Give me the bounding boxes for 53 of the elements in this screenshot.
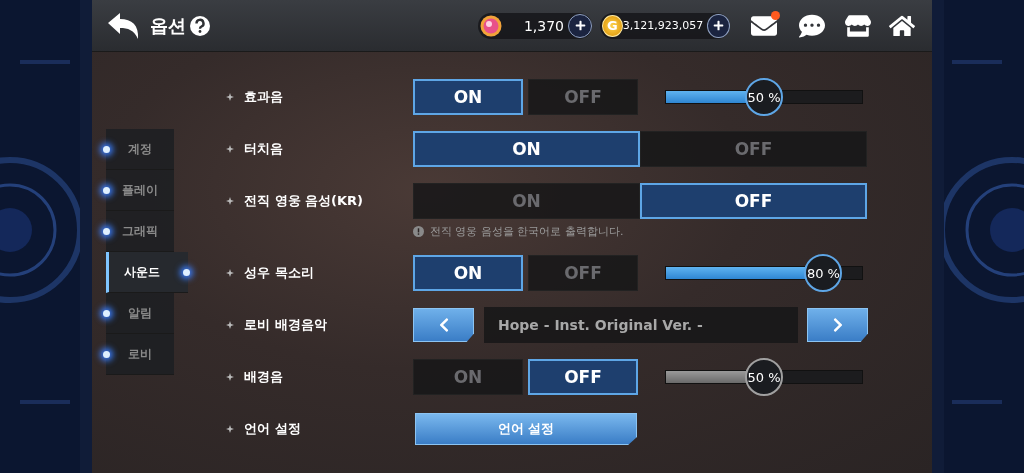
volume-slider[interactable]: 80 % [665, 253, 863, 293]
toggle-option[interactable]: ON [413, 131, 640, 167]
sparkle-icon [226, 269, 234, 277]
sparkle-icon [226, 145, 234, 153]
coin-icon: G [602, 14, 623, 37]
setting-label: 로비 배경음악 [244, 316, 327, 334]
window-title: 옵션 [150, 13, 186, 38]
glow-dot-icon [183, 269, 190, 276]
back-icon[interactable] [106, 10, 140, 41]
info-icon [413, 225, 424, 237]
sparkle-icon [226, 93, 234, 101]
setting-note: 전직 영웅 음성을 한국어로 출력합니다. [430, 223, 624, 239]
volume-slider[interactable]: 50 % [665, 77, 863, 117]
glow-dot-icon [103, 310, 110, 317]
previous-button[interactable] [413, 308, 474, 342]
help-icon[interactable] [190, 15, 210, 36]
currency-amount: 3,121,923,057 [622, 19, 705, 32]
toggle-option[interactable]: ON [413, 255, 523, 291]
setting-label: 배경음 [244, 368, 283, 386]
sidebar-tab[interactable]: 그래픽 [106, 211, 174, 252]
plus-icon [713, 20, 725, 31]
sidebar-tab[interactable]: 로비 [106, 334, 174, 375]
glow-dot-icon [103, 146, 110, 153]
sparkle-icon [226, 321, 234, 329]
music-field: Hope - Inst. Original Ver. - [484, 307, 798, 343]
setting-label: 언어 설정 [244, 420, 301, 438]
slider-handle[interactable]: 50 % [745, 78, 783, 116]
setting-label: 효과음 [244, 88, 283, 106]
sparkle-icon [226, 373, 234, 381]
sparkle-icon [226, 425, 234, 433]
toggle-option[interactable]: OFF [528, 359, 638, 395]
sidebar-tab[interactable]: 사운드 [106, 252, 188, 293]
setting-label: 전직 영웅 음성(KR) [244, 192, 364, 210]
currency-amount: 1,370 [522, 17, 565, 34]
gem-icon [480, 14, 502, 37]
toggle-option[interactable]: OFF [640, 183, 867, 219]
setting-label: 터치음 [244, 140, 283, 158]
next-button[interactable] [807, 308, 868, 342]
slider-handle[interactable]: 50 % [745, 358, 783, 396]
glow-dot-icon [103, 228, 110, 235]
slider-handle[interactable]: 80 % [804, 254, 843, 292]
toggle-option[interactable]: ON [413, 79, 523, 115]
add-button[interactable] [568, 13, 592, 38]
glow-dot-icon [103, 351, 110, 358]
sidebar-tab[interactable]: 계정 [106, 129, 174, 170]
volume-slider[interactable]: 50 % [665, 357, 863, 397]
add-button[interactable] [707, 13, 730, 38]
plus-icon [574, 20, 586, 31]
sidebar-tab[interactable]: 알림 [106, 293, 174, 334]
setting-label: 성우 목소리 [244, 264, 314, 282]
sidebar-tab[interactable]: 플레이 [106, 170, 174, 211]
sparkle-icon [226, 197, 234, 205]
glow-dot-icon [103, 187, 110, 194]
